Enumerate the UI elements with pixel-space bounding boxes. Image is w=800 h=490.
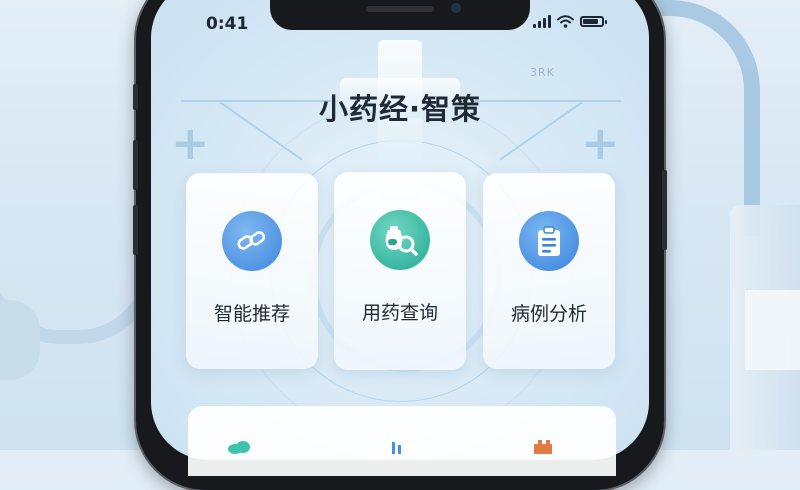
- wifi-icon: [557, 15, 574, 28]
- earpiece-speaker: [366, 6, 434, 12]
- power-button: [662, 170, 667, 250]
- status-time: 0:41: [206, 14, 249, 34]
- feature-label: 病例分析: [510, 303, 587, 325]
- stethoscope-head-background: [0, 300, 40, 380]
- feature-card-case-analysis[interactable]: 病例分析: [483, 173, 615, 369]
- battery-icon: [580, 16, 607, 27]
- volume-down-button: [133, 205, 138, 255]
- volume-up-button: [133, 140, 138, 190]
- notch: [270, 0, 530, 30]
- medicine-search-icon: [370, 210, 430, 270]
- link-chain-icon: [222, 211, 282, 271]
- leaf-icon: [228, 441, 250, 454]
- feature-label: 用药查询: [361, 302, 438, 324]
- feature-card-smart-recommend[interactable]: 智能推荐: [186, 173, 318, 369]
- background-caption: 3RK: [530, 66, 555, 79]
- tower-icon: [534, 440, 552, 454]
- signal-icon: [533, 15, 551, 28]
- front-camera: [451, 3, 461, 13]
- feature-card-medicine-query[interactable]: 用药查询: [334, 172, 466, 370]
- app-title: 小药经·智策: [318, 92, 482, 126]
- feature-label: 智能推荐: [213, 303, 290, 325]
- bottom-panel[interactable]: [188, 406, 616, 476]
- status-icons: [533, 15, 607, 28]
- clipboard-icon: [519, 211, 579, 271]
- bottle-label-background: [745, 290, 800, 370]
- chart-icon: [392, 442, 401, 454]
- mute-switch: [133, 84, 138, 110]
